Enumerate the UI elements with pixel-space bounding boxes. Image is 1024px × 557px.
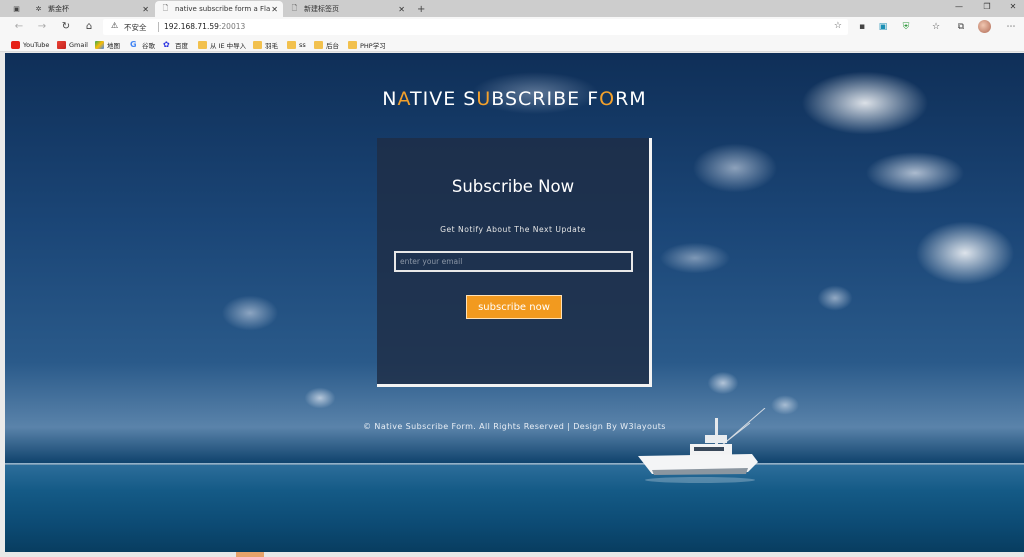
email-field[interactable] [394, 251, 633, 272]
bookmark-label: ss [299, 40, 306, 49]
url-text[interactable]: 192.168.71.59:20013 [164, 22, 245, 31]
folder-icon [348, 40, 357, 49]
nav-bar: ← → ↻ ⌂ ⚠ 不安全 192.168.71.59:20013 ☆ ▪ ▣ … [0, 17, 1024, 37]
sea-background [5, 465, 1024, 552]
home-icon[interactable]: ⌂ [83, 21, 95, 33]
url-port: :20013 [218, 22, 246, 31]
bookmark-label: 百度 [175, 41, 188, 50]
favorites-icon[interactable]: ☆ [930, 21, 942, 33]
bookmark-label: 谷歌 [142, 41, 155, 50]
bookmark-gmail[interactable]: Gmail [57, 39, 88, 50]
tab-2[interactable]: 🗋 native subscribe form a Flat Resp ✕ [155, 1, 283, 17]
title-part-accent: A [397, 88, 411, 110]
folder-icon [287, 40, 296, 49]
warning-icon: ⚠ [111, 21, 119, 30]
bookmark-label: 地图 [107, 41, 120, 50]
tab-actions-button[interactable]: ▣ [6, 1, 26, 17]
plus-icon: + [417, 3, 426, 15]
bookmark-label: 后台 [326, 41, 339, 50]
title-part: TIVE S [410, 88, 477, 110]
bookmark-maps[interactable]: 地图 [95, 39, 120, 50]
title-part-accent: U [476, 88, 492, 110]
profile-avatar[interactable] [978, 20, 991, 33]
gear-favicon-icon: ✲ [35, 5, 42, 13]
bookmark-baidu[interactable]: ✿ 百度 [163, 39, 188, 50]
card-subtitle: Get Notify About The Next Update [440, 225, 586, 234]
new-tab-button[interactable]: + [411, 1, 427, 17]
title-part: RM [615, 88, 647, 110]
tab-1[interactable]: ✲ 紫金杯 ✕ [28, 1, 154, 17]
bookmarks-bar: YouTube Gmail 地图 G 谷歌 ✿ 百度 从 IE 中导入 羽毛 s… [0, 37, 1024, 52]
tab-actions-icon: ▣ [13, 5, 20, 13]
subscribe-button[interactable]: subscribe now [466, 295, 562, 319]
tab-strip: ▣ ✲ 紫金杯 ✕ 🗋 native subscribe form a Flat… [0, 0, 1024, 17]
google-icon: G [130, 39, 137, 49]
address-divider [158, 22, 159, 32]
bookmark-label: YouTube [23, 40, 50, 49]
title-part-accent: O [599, 88, 616, 110]
bookmark-label: PHP学习 [360, 41, 386, 50]
restore-icon[interactable]: ❐ [980, 2, 994, 11]
forward-arrow-icon[interactable]: → [36, 21, 48, 33]
bookmark-folder-ss[interactable]: ss [287, 39, 306, 50]
tab-title: 新建标签页 [304, 5, 339, 13]
extension-icon[interactable]: ▪ [856, 21, 868, 33]
title-part: BSCRIBE F [491, 88, 600, 110]
subscribe-card: Subscribe Now Get Notify About The Next … [377, 138, 652, 387]
bookmark-label: 从 IE 中导入 [210, 41, 247, 50]
youtube-icon [11, 40, 20, 49]
insecure-label: 不安全 [124, 23, 147, 32]
page-favicon-icon: 🗋 [162, 3, 169, 12]
footer-copyright: © Native Subscribe Form. All Rights Rese… [363, 422, 666, 431]
card-title: Subscribe Now [451, 177, 575, 196]
taskbar-accent [236, 552, 264, 557]
tab-3[interactable]: 🗋 新建标签页 ✕ [284, 1, 410, 17]
collections-icon[interactable]: ⧉ [955, 21, 967, 33]
title-part: N [382, 88, 398, 110]
bookmark-google[interactable]: G 谷歌 [130, 39, 155, 50]
bookmark-folder-ie[interactable]: 从 IE 中导入 [198, 39, 246, 50]
bottom-edge [0, 552, 1024, 557]
bookmark-folder-admin[interactable]: 后台 [314, 39, 339, 50]
screenshot-extension-icon[interactable]: ▣ [877, 21, 889, 33]
tab-close-icon[interactable]: ✕ [142, 5, 149, 14]
page-favicon-icon: 🗋 [291, 3, 298, 12]
refresh-icon[interactable]: ↻ [60, 21, 72, 33]
tab-title: native subscribe form a Flat Resp [175, 5, 270, 13]
bookmark-folder-php[interactable]: PHP学习 [348, 39, 386, 50]
close-window-icon[interactable]: ✕ [1006, 2, 1020, 11]
shield-icon[interactable]: ⛨ [900, 21, 912, 33]
page-background: NATIVE SUBSCRIBE FORM Subscribe Now Get … [5, 53, 1024, 552]
bookmark-label: Gmail [69, 40, 88, 49]
folder-icon [198, 40, 207, 49]
folder-icon [314, 40, 323, 49]
gmail-icon [57, 40, 66, 49]
bookmark-label: 羽毛 [265, 41, 278, 50]
url-host: 192.168.71.59 [164, 22, 219, 31]
bookmark-folder-feather[interactable]: 羽毛 [253, 39, 278, 50]
tab-close-icon[interactable]: ✕ [271, 5, 278, 14]
more-menu-icon[interactable]: ⋯ [1005, 21, 1017, 33]
tab-title: 紫金杯 [48, 5, 69, 13]
page-title: NATIVE SUBSCRIBE FORM [5, 88, 1024, 110]
add-favorite-icon[interactable]: ☆ [834, 21, 842, 31]
bookmark-youtube[interactable]: YouTube [11, 39, 49, 50]
address-bar[interactable]: ⚠ 不安全 192.168.71.59:20013 ☆ [103, 19, 848, 35]
minimize-icon[interactable]: — [952, 2, 966, 11]
maps-icon [95, 40, 104, 49]
back-arrow-icon[interactable]: ← [13, 21, 25, 33]
folder-icon [253, 40, 262, 49]
baidu-paw-icon: ✿ [163, 39, 170, 49]
tab-close-icon[interactable]: ✕ [398, 5, 405, 14]
